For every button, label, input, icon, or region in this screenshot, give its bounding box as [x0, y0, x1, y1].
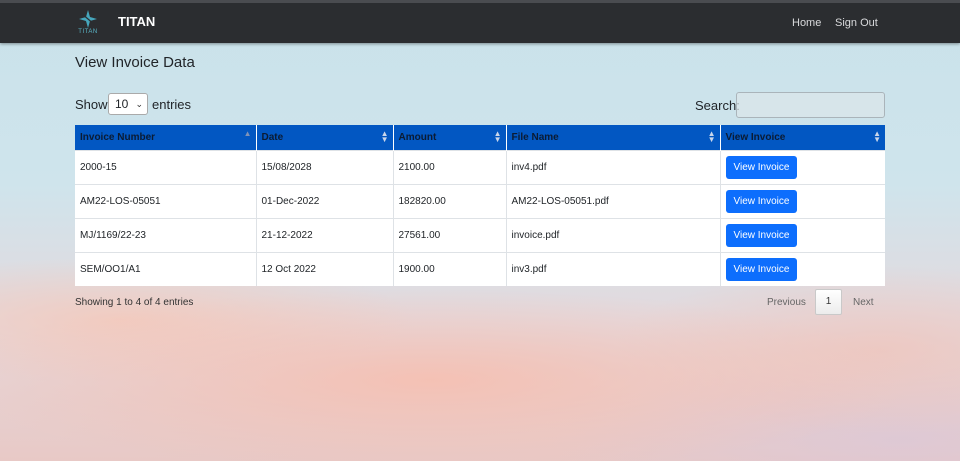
column-header-file-name[interactable]: File Name ▲ ▼	[506, 125, 721, 150]
chevron-down-icon: ⌄	[135, 99, 143, 109]
search-input[interactable]	[736, 92, 885, 118]
brand-name[interactable]: TITAN	[118, 14, 155, 29]
view-invoice-button[interactable]: View Invoice	[725, 257, 798, 281]
cell-date: 15/08/2028	[256, 149, 394, 184]
column-header-date[interactable]: Date ▲ ▼	[256, 125, 394, 150]
cell-file-name: invoice.pdf	[506, 217, 721, 252]
nav-sign-out-link[interactable]: Sign Out	[835, 17, 878, 29]
column-header-label: View Invoice	[725, 131, 786, 143]
sort-icon: ▲ ▼	[873, 129, 881, 144]
nav-home-link[interactable]: Home	[792, 17, 821, 29]
table-row: SEM/OO1/A1 12 Oct 2022 1900.00 inv3.pdf …	[75, 251, 885, 286]
table-header-row: Invoice Number ▲ Date ▲ ▼ Amount ▲ ▼ File …	[75, 125, 885, 150]
pagination-page-1[interactable]: 1	[815, 289, 842, 315]
sort-icon: ▲ ▼	[493, 129, 502, 144]
column-header-amount[interactable]: Amount ▲ ▼	[393, 125, 507, 150]
cell-file-name: inv3.pdf	[506, 251, 721, 286]
view-invoice-button[interactable]: View Invoice	[725, 223, 798, 247]
cell-amount: 1900.00	[393, 251, 507, 286]
titan-logo-icon[interactable]: TITAN	[75, 9, 101, 37]
pagination-previous[interactable]: Previous	[767, 297, 806, 308]
cell-invoice-number: AM22-LOS-05051	[75, 183, 257, 218]
page-title: View Invoice Data	[75, 54, 195, 71]
view-invoice-button[interactable]: View Invoice	[725, 155, 798, 179]
cell-invoice-number: SEM/OO1/A1	[75, 251, 257, 286]
entries-per-page-select[interactable]: 10 ⌄	[108, 93, 148, 115]
cell-date: 01-Dec-2022	[256, 183, 394, 218]
cell-action: View Invoice	[720, 149, 885, 184]
column-header-invoice-number[interactable]: Invoice Number ▲	[75, 125, 257, 150]
cell-invoice-number: MJ/1169/22-23	[75, 217, 257, 252]
column-header-label: File Name	[511, 131, 559, 143]
top-navbar: TITAN TITAN Home Sign Out	[0, 0, 960, 43]
entries-label: entries	[152, 97, 192, 112]
pagination-next[interactable]: Next	[853, 297, 874, 308]
table-row: AM22-LOS-05051 01-Dec-2022 182820.00 AM2…	[75, 183, 885, 218]
column-header-view-invoice[interactable]: View Invoice ▲ ▼	[720, 125, 885, 150]
table-row: 2000-15 15/08/2028 2100.00 inv4.pdf View…	[75, 149, 885, 184]
column-header-label: Amount	[398, 131, 437, 143]
table-info: Showing 1 to 4 of 4 entries	[75, 297, 194, 308]
table-row: MJ/1169/22-23 21-12-2022 27561.00 invoic…	[75, 217, 885, 252]
cell-file-name: AM22-LOS-05051.pdf	[506, 183, 721, 218]
invoice-table: Invoice Number ▲ Date ▲ ▼ Amount ▲ ▼ File …	[75, 125, 885, 286]
show-label: Show	[75, 97, 108, 112]
column-header-label: Invoice Number	[80, 131, 156, 143]
logo-text: TITAN	[78, 29, 98, 35]
column-header-label: Date	[261, 131, 284, 143]
search-label: Search:	[695, 98, 740, 113]
cell-action: View Invoice	[720, 217, 885, 252]
cell-date: 21-12-2022	[256, 217, 394, 252]
sort-ascending-icon: ▲	[243, 129, 252, 138]
cell-date: 12 Oct 2022	[256, 251, 394, 286]
cell-amount: 27561.00	[393, 217, 507, 252]
cell-invoice-number: 2000-15	[75, 149, 257, 184]
view-invoice-button[interactable]: View Invoice	[725, 189, 798, 213]
cell-amount: 2100.00	[393, 149, 507, 184]
cell-file-name: inv4.pdf	[506, 149, 721, 184]
cell-amount: 182820.00	[393, 183, 507, 218]
entries-per-page-value: 10	[115, 97, 129, 111]
cell-action: View Invoice	[720, 183, 885, 218]
sort-icon: ▲ ▼	[380, 129, 389, 144]
cell-action: View Invoice	[720, 251, 885, 286]
sort-icon: ▲ ▼	[707, 129, 716, 144]
